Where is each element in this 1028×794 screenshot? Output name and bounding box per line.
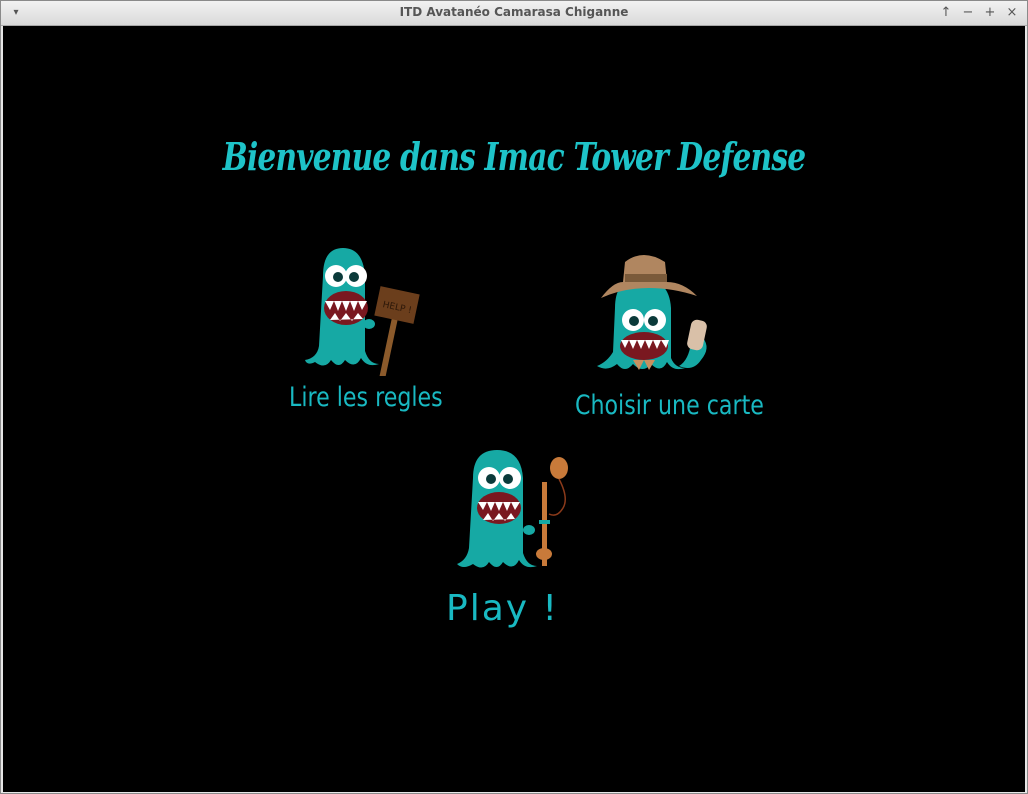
rules-button[interactable]: Lire les regles: [289, 382, 443, 413]
game-canvas[interactable]: Bienvenue dans Imac Tower Defense HELP !…: [3, 26, 1025, 792]
play-button[interactable]: Play !: [446, 588, 559, 629]
minimize-button[interactable]: −: [959, 4, 977, 22]
keep-above-button[interactable]: ↑: [937, 4, 955, 22]
balloon-monster-icon[interactable]: [453, 448, 593, 578]
title-bar[interactable]: ▾ ITD Avatanéo Camarasa Chiganne ↑ − + ×: [1, 1, 1027, 26]
app-window: ▾ ITD Avatanéo Camarasa Chiganne ↑ − + ×…: [0, 0, 1028, 794]
welcome-heading: Bienvenue dans Imac Tower Defense: [222, 134, 806, 179]
maximize-button[interactable]: +: [981, 4, 999, 22]
help-sign-monster-icon[interactable]: HELP !: [303, 246, 433, 376]
explorer-monster-icon[interactable]: [593, 248, 733, 378]
close-button[interactable]: ×: [1003, 4, 1021, 22]
choose-map-button[interactable]: Choisir une carte: [575, 390, 764, 421]
window-title: ITD Avatanéo Camarasa Chiganne: [399, 5, 629, 19]
